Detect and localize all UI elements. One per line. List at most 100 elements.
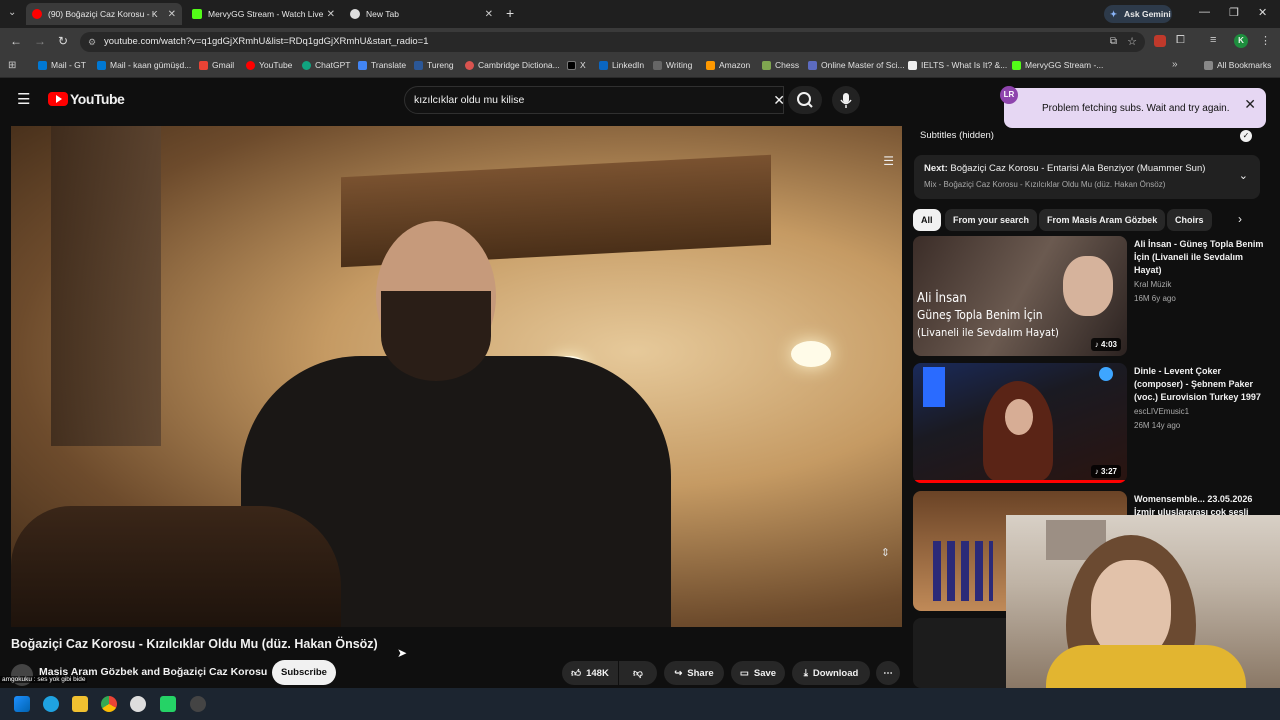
extension-icon[interactable] <box>1154 35 1166 47</box>
chips-next-icon[interactable]: › <box>1238 212 1242 226</box>
bookmark-label: Tureng <box>427 60 454 70</box>
recommendation-title[interactable]: Dinle - Levent Çoker (composer) - Şebnem… <box>1134 365 1264 404</box>
close-tab-icon[interactable]: ✕ <box>168 9 176 20</box>
chrome-favicon-icon <box>350 9 360 19</box>
search-input[interactable]: kızılcıklar oldu mu kilise ✕ <box>404 86 785 114</box>
recommendation-channel[interactable]: Kral Müzik <box>1134 280 1171 289</box>
more-bookmarks-icon[interactable]: » <box>1172 59 1178 70</box>
recommendation-thumbnail[interactable]: Ali İnsan Güneş Topla Benim İçin (Livane… <box>913 236 1127 356</box>
more-actions-button[interactable]: ⋯ <box>876 661 900 685</box>
search-button[interactable] <box>788 86 822 114</box>
like-button[interactable]: 👍︎ 148K <box>562 661 618 685</box>
bookmark-item[interactable]: Writing <box>653 60 692 70</box>
chevron-down-icon[interactable]: ⌄ <box>1239 169 1248 182</box>
chip-from-your-search[interactable]: From your search <box>945 209 1038 231</box>
course-icon <box>808 60 817 70</box>
forward-icon[interactable]: → <box>34 34 46 48</box>
reload-icon[interactable]: ↻ <box>58 34 68 48</box>
bookmark-item[interactable]: Amazon <box>706 60 750 70</box>
bookmark-star-icon[interactable]: ☆ <box>1127 32 1137 52</box>
apps-grid-icon[interactable]: ⊞ <box>8 60 16 71</box>
bookmark-item[interactable]: Online Master of Sci... <box>808 60 905 70</box>
chrome-menu-icon[interactable]: ⋮ <box>1260 34 1271 47</box>
voice-search-button[interactable] <box>832 86 860 114</box>
minimize-icon[interactable]: — <box>1199 6 1210 18</box>
save-button[interactable]: ▭ Save <box>731 661 785 685</box>
chatgpt-icon[interactable] <box>130 696 146 712</box>
hamburger-menu-icon[interactable]: ☰ <box>17 90 30 108</box>
subtitles-toggle-icon[interactable]: ✓ <box>1240 130 1252 142</box>
tab-youtube[interactable]: (90) Boğaziçi Caz Korosu - K ✕ <box>26 3 182 25</box>
install-app-icon[interactable]: ⧉ <box>1110 32 1117 52</box>
app-icon[interactable] <box>190 696 206 712</box>
light-graphic <box>791 341 831 367</box>
bookmark-item[interactable]: IELTS - What Is It? &... <box>908 60 1007 70</box>
chip-choirs[interactable]: Choirs <box>1167 209 1212 231</box>
close-window-icon[interactable]: ✕ <box>1258 6 1267 19</box>
back-icon[interactable]: ← <box>10 34 22 48</box>
duration-badge: ♪ 4:03 <box>1090 338 1121 351</box>
audience-graphic <box>11 506 341 627</box>
maximize-icon[interactable]: ❐ <box>1229 6 1239 19</box>
profile-avatar[interactable]: K <box>1234 34 1248 48</box>
bookmark-label: Mail - GT <box>51 60 86 70</box>
recommendation-thumbnail[interactable]: ♪ 3:27 <box>913 363 1127 483</box>
kick-favicon-icon <box>192 9 202 19</box>
chess-icon <box>762 60 771 70</box>
dislike-button[interactable]: 👎︎ <box>619 661 657 685</box>
bookmarks-bar: ⊞ Mail - GT Mail - kaan gümüşd... Gmail … <box>0 56 1280 78</box>
subscribe-button[interactable]: Subscribe <box>272 660 336 685</box>
whatsapp-icon[interactable] <box>160 696 176 712</box>
share-button[interactable]: ↪ Share <box>664 661 724 685</box>
singer-face-graphic <box>1005 399 1033 435</box>
recommendation-channel[interactable]: escLIVEmusic1 <box>1134 407 1189 416</box>
gmail-icon <box>199 60 208 70</box>
address-bar[interactable]: ⚙ youtube.com/watch?v=q1gdGjXRmhU&list=R… <box>80 32 1145 52</box>
browser-tab-bar: ⌄ (90) Boğaziçi Caz Korosu - K ✕ MervyGG… <box>0 0 1280 28</box>
bookmark-item[interactable]: Translate <box>358 60 406 70</box>
close-tab-icon[interactable]: ✕ <box>327 9 335 20</box>
recommendation-title[interactable]: Ali İnsan - Güneş Topla Benim İçin (Liva… <box>1134 238 1264 277</box>
edge-icon[interactable] <box>43 696 59 712</box>
video-player[interactable]: ☰ ⇕ <box>11 126 902 627</box>
bookmark-item[interactable]: YouTube <box>246 60 292 70</box>
up-next-panel[interactable]: Next: Boğaziçi Caz Korosu - Entarisi Ala… <box>914 155 1260 199</box>
bookmark-item[interactable]: ChatGPT <box>302 60 350 70</box>
tab-new-tab[interactable]: New Tab ✕ <box>344 3 499 25</box>
bookmark-item[interactable]: MervyGG Stream -... <box>1012 60 1103 70</box>
new-tab-button[interactable]: + <box>506 5 514 21</box>
chip-all[interactable]: All <box>913 209 941 231</box>
tab-mervygg[interactable]: MervyGG Stream - Watch Live ✕ <box>186 3 341 25</box>
subtitles-status: Subtitles (hidden) <box>920 130 994 141</box>
chatgpt-icon <box>302 60 311 70</box>
ask-gemini-button[interactable]: ✦ Ask Gemini <box>1104 5 1172 23</box>
bookmark-item[interactable]: Cambridge Dictiona... <box>465 60 560 70</box>
gemini-icon: ✦ <box>1110 9 1118 19</box>
duration-text: 3:27 <box>1100 467 1117 476</box>
download-button[interactable]: ⤓ Download <box>792 661 870 685</box>
expand-icon[interactable]: ⇕ <box>881 546 890 559</box>
close-toast-icon[interactable]: ✕ <box>1244 96 1256 113</box>
bookmark-item[interactable]: X <box>567 60 586 70</box>
bookmark-item[interactable]: Mail - GT <box>38 60 86 70</box>
bookmark-item[interactable]: LinkedIn <box>599 60 644 70</box>
all-bookmarks-button[interactable]: All Bookmarks <box>1204 60 1271 70</box>
file-explorer-icon[interactable] <box>72 696 88 712</box>
chip-from-masis[interactable]: From Masis Aram Gözbek <box>1039 209 1166 231</box>
media-icon[interactable]: ≡ <box>1210 34 1216 46</box>
bookmark-label: Writing <box>666 60 693 70</box>
bookmark-item[interactable]: Tureng <box>414 60 454 70</box>
extensions-puzzle-icon[interactable]: ⧠ <box>1176 34 1185 47</box>
playlist-icon[interactable]: ☰ <box>883 154 894 168</box>
bookmark-item[interactable]: Mail - kaan gümüşd... <box>97 60 191 70</box>
windows-start-icon[interactable] <box>14 696 30 712</box>
tab-search-icon[interactable]: ⌄ <box>8 7 16 18</box>
bookmark-item[interactable]: Chess <box>762 60 799 70</box>
youtube-logo[interactable]: YouTube <box>48 91 125 107</box>
bookmark-label: LinkedIn <box>612 60 645 70</box>
close-tab-icon[interactable]: ✕ <box>485 9 493 20</box>
bookmark-item[interactable]: Gmail <box>199 60 234 70</box>
chrome-icon[interactable] <box>101 696 117 712</box>
clear-search-icon[interactable]: ✕ <box>773 87 785 113</box>
site-info-icon[interactable]: ⚙ <box>88 32 96 52</box>
